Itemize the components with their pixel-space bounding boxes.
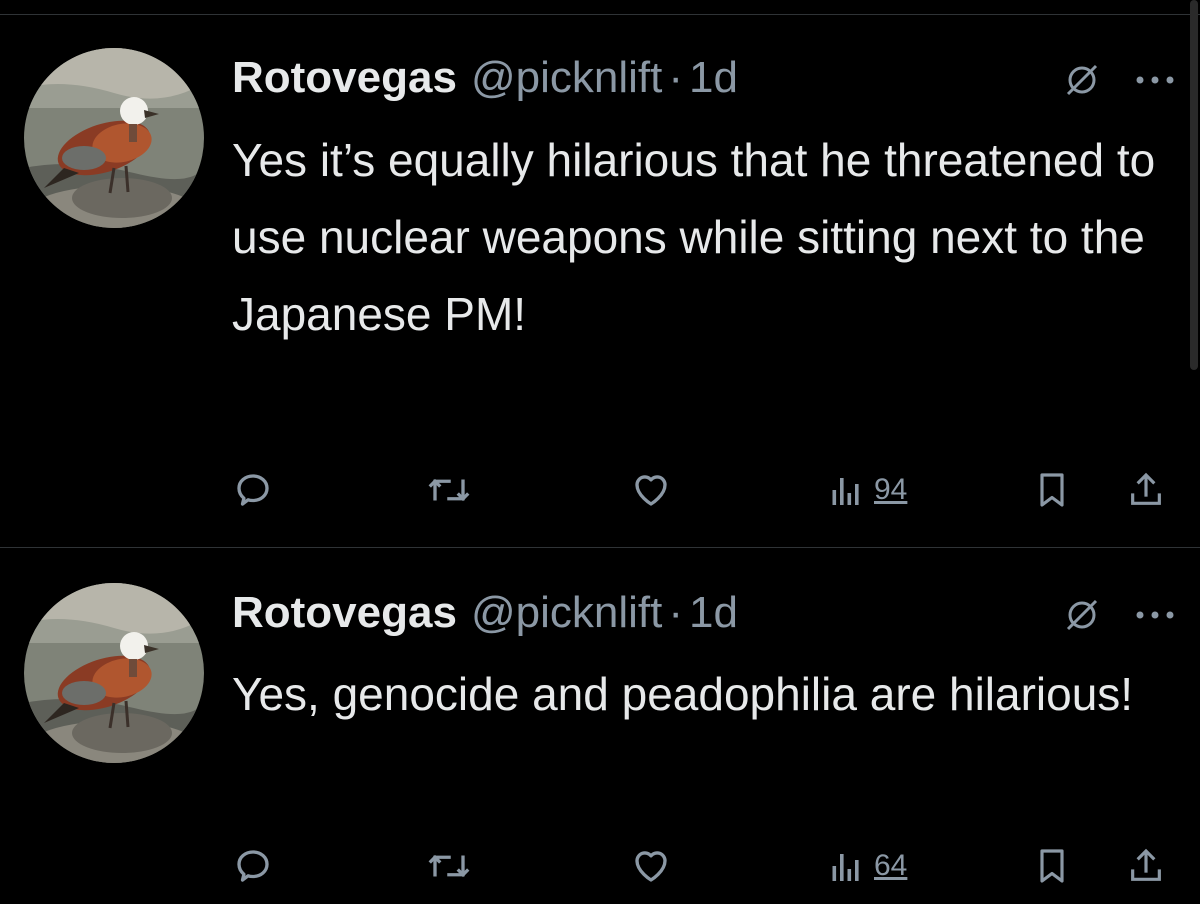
tweet[interactable]: Rotovegas @picknlift · 1d Yes it’s equal… xyxy=(0,0,1200,548)
views-count: 64 xyxy=(874,849,908,882)
action-bar: 64 xyxy=(0,836,1200,896)
more-icon[interactable] xyxy=(1130,595,1180,635)
tweet[interactable]: Rotovegas @picknlift · 1d Yes, genocide … xyxy=(0,548,1200,904)
avatar[interactable] xyxy=(24,48,204,228)
share-button[interactable] xyxy=(1126,460,1166,520)
like-icon xyxy=(635,475,667,506)
retweet-icon xyxy=(428,478,470,502)
retweet-button[interactable] xyxy=(424,460,474,520)
tweet-text: Yes it’s equally hilarious that he threa… xyxy=(232,134,1156,340)
user-handle[interactable]: @picknlift xyxy=(471,53,662,103)
display-name[interactable]: Rotovegas xyxy=(232,588,457,638)
bookmark-button[interactable] xyxy=(1032,836,1072,896)
action-bar: 94 xyxy=(0,460,1200,520)
share-icon xyxy=(1131,848,1161,881)
reply-icon xyxy=(237,850,269,882)
grok-icon[interactable] xyxy=(1062,595,1102,635)
retweet-button[interactable] xyxy=(424,836,474,896)
bookmark-icon xyxy=(1040,849,1064,883)
retweet-icon xyxy=(428,854,470,878)
views-icon xyxy=(832,854,859,881)
tweet-text: Yes, genocide and peadophilia are hilari… xyxy=(232,668,1134,720)
user-handle[interactable]: @picknlift xyxy=(471,588,662,638)
grok-icon[interactable] xyxy=(1062,60,1102,100)
reply-icon xyxy=(237,474,269,506)
views-count: 94 xyxy=(874,473,908,506)
bookmark-button[interactable] xyxy=(1032,460,1072,520)
share-icon xyxy=(1131,472,1161,505)
timestamp[interactable]: 1d xyxy=(689,53,738,103)
bookmark-icon xyxy=(1040,473,1064,507)
views-button[interactable]: 64 xyxy=(830,836,907,896)
like-icon xyxy=(635,851,667,882)
separator-dot: · xyxy=(668,588,683,637)
views-button[interactable]: 94 xyxy=(830,460,907,520)
share-button[interactable] xyxy=(1126,836,1166,896)
separator-dot: · xyxy=(668,53,683,102)
reply-button[interactable] xyxy=(232,836,274,896)
tweet-header: Rotovegas @picknlift · 1d xyxy=(232,48,738,108)
more-icon[interactable] xyxy=(1130,60,1180,100)
tweet-header: Rotovegas @picknlift · 1d xyxy=(232,583,738,643)
views-icon xyxy=(832,478,859,505)
reply-button[interactable] xyxy=(232,460,274,520)
display-name[interactable]: Rotovegas xyxy=(232,53,457,103)
avatar[interactable] xyxy=(24,583,204,763)
like-button[interactable] xyxy=(628,460,674,520)
like-button[interactable] xyxy=(628,836,674,896)
timestamp[interactable]: 1d xyxy=(689,588,738,638)
